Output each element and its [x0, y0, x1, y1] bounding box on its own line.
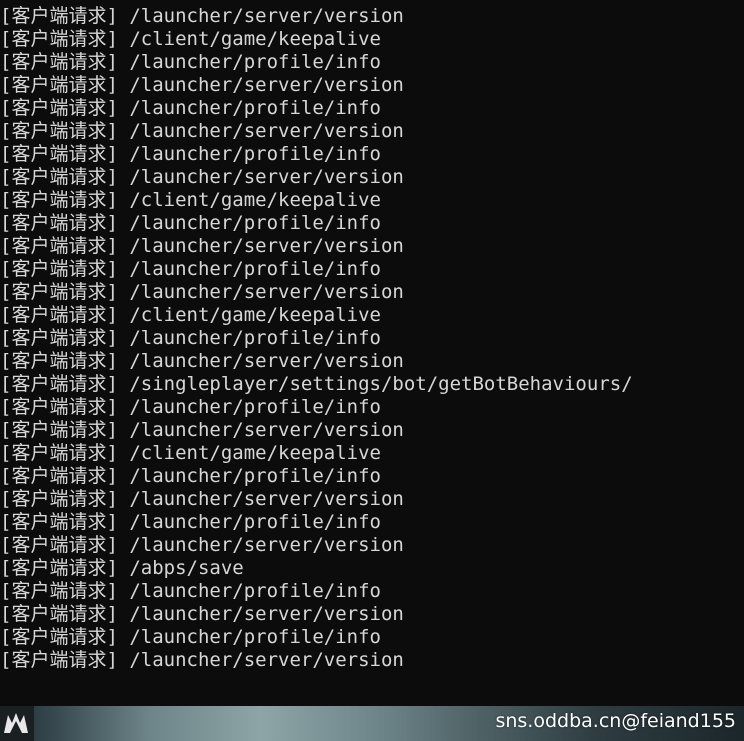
- log-line: [客户端请求] /launcher/profile/info: [0, 143, 381, 165]
- log-line: [客户端请求] /launcher/server/version: [0, 488, 404, 510]
- log-line: [客户端请求] /launcher/server/version: [0, 350, 404, 372]
- terminal-window[interactable]: [客户端请求] /launcher/server/version [客户端请求] …: [0, 0, 744, 706]
- logo-area: [0, 706, 34, 741]
- log-line: [客户端请求] /launcher/profile/info: [0, 212, 381, 234]
- log-line: [客户端请求] /launcher/profile/info: [0, 465, 381, 487]
- log-line: [客户端请求] /singleplayer/settings/bot/getBo…: [0, 373, 633, 395]
- log-line: [客户端请求] /launcher/server/version: [0, 603, 404, 625]
- log-line: [客户端请求] /launcher/server/version: [0, 649, 404, 671]
- log-line: [客户端请求] /abps/save: [0, 557, 244, 579]
- log-line: [客户端请求] /launcher/profile/info: [0, 626, 381, 648]
- log-line: [客户端请求] /launcher/server/version: [0, 74, 404, 96]
- log-line: [客户端请求] /launcher/profile/info: [0, 51, 381, 73]
- log-line: [客户端请求] /client/game/keepalive: [0, 28, 381, 50]
- log-line: [客户端请求] /launcher/server/version: [0, 235, 404, 257]
- log-line: [客户端请求] /launcher/server/version: [0, 534, 404, 556]
- log-line: [客户端请求] /launcher/profile/info: [0, 327, 381, 349]
- log-line: [客户端请求] /launcher/profile/info: [0, 396, 381, 418]
- log-line: [客户端请求] /client/game/keepalive: [0, 304, 381, 326]
- log-line: [客户端请求] /launcher/profile/info: [0, 97, 381, 119]
- log-line: [客户端请求] /launcher/profile/info: [0, 258, 381, 280]
- log-line: [客户端请求] /launcher/server/version: [0, 419, 404, 441]
- log-output: [客户端请求] /launcher/server/version [客户端请求] …: [0, 5, 633, 672]
- log-line: [客户端请求] /launcher/server/version: [0, 120, 404, 142]
- log-line: [客户端请求] /launcher/server/version: [0, 5, 404, 27]
- log-line: [客户端请求] /launcher/profile/info: [0, 580, 381, 602]
- logo-icon: [4, 713, 28, 733]
- log-line: [客户端请求] /launcher/profile/info: [0, 511, 381, 533]
- log-line: [客户端请求] /client/game/keepalive: [0, 442, 381, 464]
- log-line: [客户端请求] /client/game/keepalive: [0, 189, 381, 211]
- watermark-text: sns.oddba.cn@feiand155: [495, 710, 736, 732]
- log-line: [客户端请求] /launcher/server/version: [0, 281, 404, 303]
- bottom-strip: sns.oddba.cn@feiand155: [0, 706, 744, 741]
- log-line: [客户端请求] /launcher/server/version: [0, 166, 404, 188]
